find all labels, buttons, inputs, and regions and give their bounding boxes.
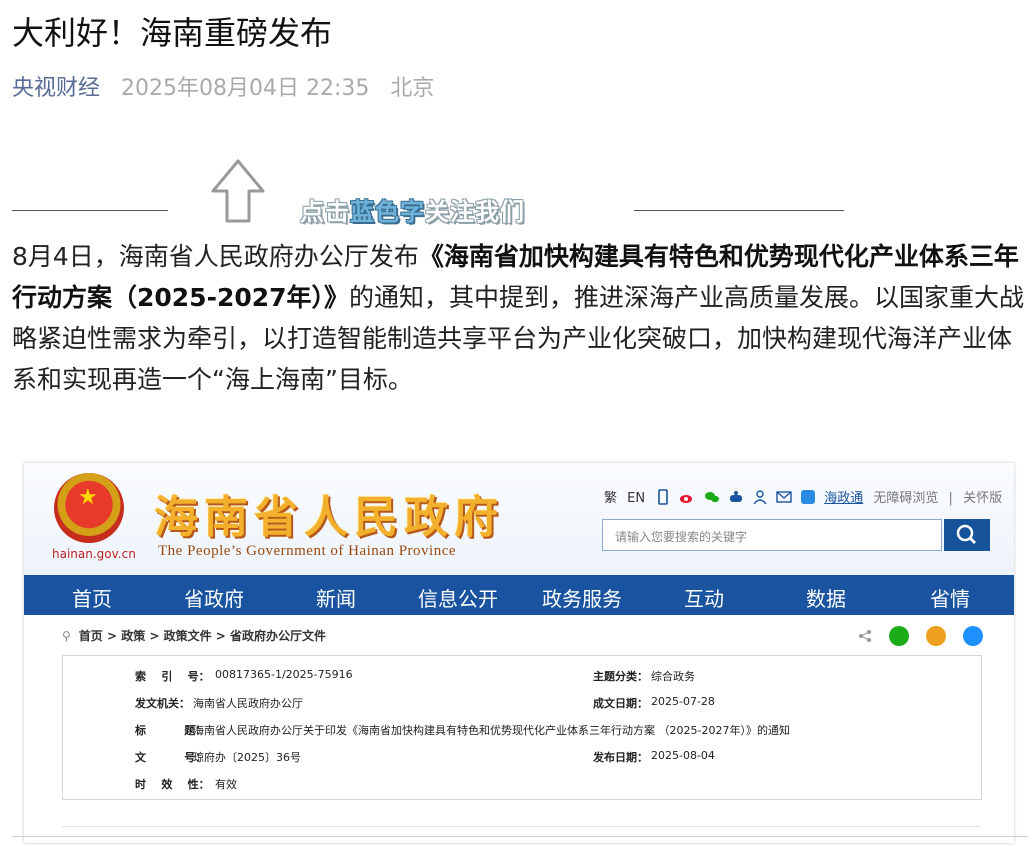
follow-text-pre: 点击 [300,198,350,226]
site-toolbar: 繁 EN 海政通 无障碍浏览 | 关怀版 [604,489,1003,506]
weibo-icon[interactable] [679,489,695,505]
share-wechat-icon[interactable] [889,625,910,646]
site-domain: hainan.gov.cn [52,547,136,561]
publish-location: 北京 [390,76,435,101]
published-value: 2025-08-04 [651,749,715,762]
english-link[interactable]: EN [627,491,645,506]
share-bar [858,625,984,646]
share-weibo-icon[interactable] [926,625,947,646]
follow-banner[interactable]: 点击蓝色字关注我们 [0,158,1036,228]
divider-left [12,210,168,211]
doc-title-value: 海南省人民政府办公厅关于印发《海南省加快构建具有特色和优势现代化产业体系三年行动… [193,724,790,737]
nav-government[interactable]: 省政府 [184,583,244,612]
source-link[interactable]: 央视财经 [12,76,100,101]
robot-icon[interactable] [728,489,744,505]
publish-datetime: 2025年08月04日 22:35 [121,76,370,101]
issuer-value: 海南省人民政府办公厅 [193,697,303,710]
validity-label: 时 效 性： [135,778,210,791]
content-divider [62,826,980,827]
article-title: 大利好！海南重磅发布 [12,14,333,52]
nav-province[interactable]: 省情 [930,583,970,612]
follow-text[interactable]: 点击蓝色字关注我们 [300,192,525,227]
created-value: 2025-07-28 [651,695,715,708]
haizhengtong-icon[interactable] [800,489,816,505]
article-paragraph: 8月4日，海南省人民政府办公厅发布《海南省加快构建具有特色和优势现代化产业体系三… [12,236,1028,400]
star-icon: ★ [78,485,98,510]
nav-interaction[interactable]: 互动 [684,583,724,612]
site-name-en: The People’s Government of Hainan Provin… [158,543,457,559]
document-info-table: 索 引 号： 00817365-1/2025-75916 主题分类： 综合政务 … [62,655,982,800]
search-button[interactable] [944,519,990,551]
docno-value: 琼府办〔2025〕36号 [193,751,301,764]
follow-text-blue: 蓝色字 [350,198,425,226]
accessibility-link[interactable]: 无障碍浏览 [873,491,938,506]
category-label: 主题分类： [593,670,648,683]
share-icon[interactable] [858,629,872,643]
nav-home[interactable]: 首页 [72,583,112,612]
category-value: 综合政务 [651,670,695,683]
search-input[interactable]: 请输入您要搜索的关键字 [602,519,942,551]
mobile-icon[interactable] [655,489,671,505]
embedded-screenshot: ★ hainan.gov.cn 海南省人民政府 The People’s Gov… [24,463,1014,843]
up-arrow-icon [211,159,265,223]
paragraph-text-1: 8月4日，海南省人民政府办公厅发布 [12,242,419,271]
site-header: ★ hainan.gov.cn 海南省人民政府 The People’s Gov… [24,463,1014,575]
nav-news[interactable]: 新闻 [316,583,356,612]
user-icon[interactable] [752,489,768,505]
main-nav: 首页 省政府 新闻 信息公开 政务服务 互动 数据 省情 [24,575,1014,615]
index-label: 索 引 号： [135,670,210,683]
nav-info-disclosure[interactable]: 信息公开 [418,583,498,612]
share-qzone-icon[interactable] [963,625,984,646]
nav-data[interactable]: 数据 [806,583,846,612]
issuer-label: 发文机关： [135,697,190,710]
page-bottom-divider [12,836,1028,837]
nav-services[interactable]: 政务服务 [542,583,622,612]
published-label: 发布日期： [593,751,648,764]
breadcrumb: ⚲ 首页 > 政策 > 政策文件 > 省政府办公厅文件 [62,627,326,644]
mail-icon[interactable] [776,489,792,505]
location-pin-icon: ⚲ [62,629,71,643]
breadcrumb-text[interactable]: 首页 > 政策 > 政策文件 > 省政府办公厅文件 [79,629,326,643]
care-mode-link[interactable]: 关怀版 [963,491,1002,506]
haizhengtong-link[interactable]: 海政通 [824,491,863,506]
validity-value: 有效 [215,778,237,791]
follow-text-post: 关注我们 [425,198,525,226]
divider-right [634,210,844,211]
wechat-icon[interactable] [704,489,720,505]
site-name: 海南省人民政府 [154,492,504,543]
created-label: 成文日期： [593,697,648,710]
article-meta: 央视财经 2025年08月04日 22:35 北京 [12,70,448,102]
search-icon [956,524,977,545]
index-value: 00817365-1/2025-75916 [215,668,353,681]
traditional-link[interactable]: 繁 [604,491,617,506]
